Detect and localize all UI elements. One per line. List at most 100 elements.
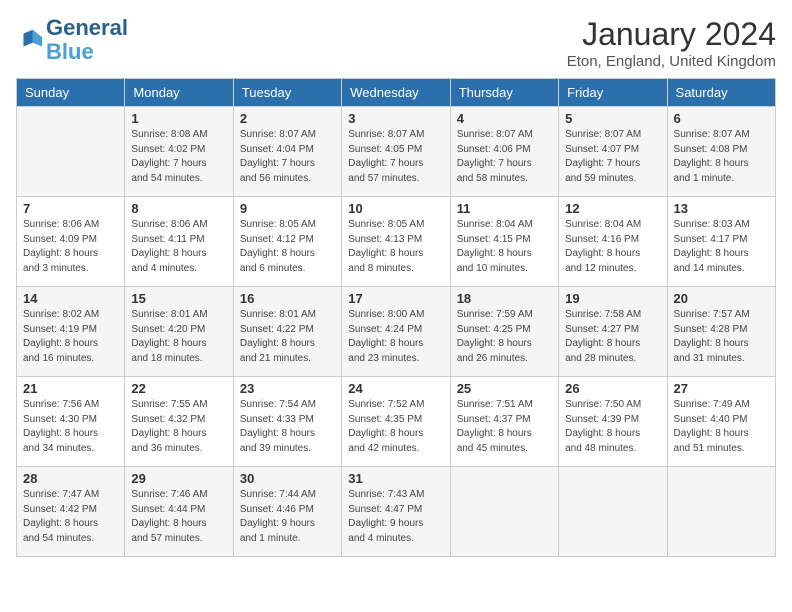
col-header-tuesday: Tuesday <box>233 79 341 107</box>
col-header-friday: Friday <box>559 79 667 107</box>
calendar-cell: 7 Sunrise: 8:06 AM Sunset: 4:09 PM Daylig… <box>17 197 125 287</box>
logo: General Blue <box>16 16 128 64</box>
cell-info: Sunrise: 7:43 AM Sunset: 4:47 PM Dayligh… <box>348 488 443 546</box>
calendar-cell: 31 Sunrise: 7:43 AM Sunset: 4:47 PM Dayli… <box>342 467 450 557</box>
calendar-cell <box>450 467 558 557</box>
cell-info: Sunrise: 7:47 AM Sunset: 4:42 PM Dayligh… <box>23 488 118 546</box>
calendar-cell: 10Sunrise: 8:05 AM Sunset: 4:13 PM Dayli… <box>342 197 450 287</box>
cell-info: Sunrise: 7:55 AM Sunset: 4:32 PM Dayligh… <box>131 398 226 456</box>
day-number: 6 <box>674 111 769 126</box>
col-header-monday: Monday <box>125 79 233 107</box>
calendar-cell: 22 Sunrise: 7:55 AM Sunset: 4:32 PM Dayli… <box>125 377 233 467</box>
day-number: 9 <box>240 201 335 216</box>
day-number: 16 <box>240 291 335 306</box>
day-number: 7 <box>23 201 118 216</box>
cell-info: Sunrise: 8:05 AM Sunset: 4:13 PM Dayligh… <box>348 218 443 276</box>
calendar-cell: 23 Sunrise: 7:54 AM Sunset: 4:33 PM Dayli… <box>233 377 341 467</box>
day-number: 20 <box>674 291 769 306</box>
cell-info: Sunrise: 7:44 AM Sunset: 4:46 PM Dayligh… <box>240 488 335 546</box>
day-number: 18 <box>457 291 552 306</box>
calendar-cell: 4 Sunrise: 8:07 AM Sunset: 4:06 PM Daylig… <box>450 107 558 197</box>
calendar-cell: 3 Sunrise: 8:07 AM Sunset: 4:05 PM Daylig… <box>342 107 450 197</box>
day-number: 19 <box>565 291 660 306</box>
day-number: 13 <box>674 201 769 216</box>
day-number: 5 <box>565 111 660 126</box>
cell-info: Sunrise: 7:52 AM Sunset: 4:35 PM Dayligh… <box>348 398 443 456</box>
cell-info: Sunrise: 7:58 AM Sunset: 4:27 PM Dayligh… <box>565 308 660 366</box>
day-number: 2 <box>240 111 335 126</box>
calendar-cell: 14 Sunrise: 8:02 AM Sunset: 4:19 PM Dayli… <box>17 287 125 377</box>
calendar-cell: 11 Sunrise: 8:04 AM Sunset: 4:15 PM Dayli… <box>450 197 558 287</box>
calendar-cell: 30Sunrise: 7:44 AM Sunset: 4:46 PM Dayli… <box>233 467 341 557</box>
calendar-cell <box>667 467 775 557</box>
calendar-cell: 9 Sunrise: 8:05 AM Sunset: 4:12 PM Daylig… <box>233 197 341 287</box>
calendar-cell: 27 Sunrise: 7:49 AM Sunset: 4:40 PM Dayli… <box>667 377 775 467</box>
day-number: 3 <box>348 111 443 126</box>
calendar-cell: 5Sunrise: 8:07 AM Sunset: 4:07 PM Daylig… <box>559 107 667 197</box>
day-number: 23 <box>240 381 335 396</box>
cell-info: Sunrise: 7:46 AM Sunset: 4:44 PM Dayligh… <box>131 488 226 546</box>
calendar-cell: 8 Sunrise: 8:06 AM Sunset: 4:11 PM Daylig… <box>125 197 233 287</box>
day-number: 14 <box>23 291 118 306</box>
calendar-week-row: 21Sunrise: 7:56 AM Sunset: 4:30 PM Dayli… <box>17 377 776 467</box>
page-header: General Blue January 2024 Eton, England,… <box>16 16 776 70</box>
calendar-cell: 18Sunrise: 7:59 AM Sunset: 4:25 PM Dayli… <box>450 287 558 377</box>
logo-icon <box>16 26 44 54</box>
day-number: 11 <box>457 201 552 216</box>
calendar-table: SundayMondayTuesdayWednesdayThursdayFrid… <box>16 78 776 557</box>
calendar-week-row: 7 Sunrise: 8:06 AM Sunset: 4:09 PM Daylig… <box>17 197 776 287</box>
cell-info: Sunrise: 8:07 AM Sunset: 4:05 PM Dayligh… <box>348 128 443 186</box>
cell-info: Sunrise: 8:00 AM Sunset: 4:24 PM Dayligh… <box>348 308 443 366</box>
day-number: 26 <box>565 381 660 396</box>
calendar-cell: 19 Sunrise: 7:58 AM Sunset: 4:27 PM Dayli… <box>559 287 667 377</box>
calendar-cell: 29 Sunrise: 7:46 AM Sunset: 4:44 PM Dayli… <box>125 467 233 557</box>
cell-info: Sunrise: 8:06 AM Sunset: 4:11 PM Dayligh… <box>131 218 226 276</box>
cell-info: Sunrise: 8:07 AM Sunset: 4:06 PM Dayligh… <box>457 128 552 186</box>
calendar-body: 1 Sunrise: 8:08 AM Sunset: 4:02 PM Daylig… <box>17 107 776 557</box>
calendar-week-row: 28Sunrise: 7:47 AM Sunset: 4:42 PM Dayli… <box>17 467 776 557</box>
calendar-cell: 21Sunrise: 7:56 AM Sunset: 4:30 PM Dayli… <box>17 377 125 467</box>
day-number: 22 <box>131 381 226 396</box>
cell-info: Sunrise: 8:08 AM Sunset: 4:02 PM Dayligh… <box>131 128 226 186</box>
cell-info: Sunrise: 8:07 AM Sunset: 4:08 PM Dayligh… <box>674 128 769 186</box>
calendar-cell: 17 Sunrise: 8:00 AM Sunset: 4:24 PM Dayli… <box>342 287 450 377</box>
day-number: 25 <box>457 381 552 396</box>
cell-info: Sunrise: 8:02 AM Sunset: 4:19 PM Dayligh… <box>23 308 118 366</box>
col-header-thursday: Thursday <box>450 79 558 107</box>
cell-info: Sunrise: 8:06 AM Sunset: 4:09 PM Dayligh… <box>23 218 118 276</box>
cell-info: Sunrise: 8:03 AM Sunset: 4:17 PM Dayligh… <box>674 218 769 276</box>
calendar-cell: 13 Sunrise: 8:03 AM Sunset: 4:17 PM Dayli… <box>667 197 775 287</box>
title-block: January 2024 Eton, England, United Kingd… <box>567 16 776 70</box>
calendar-cell <box>17 107 125 197</box>
calendar-cell: 26 Sunrise: 7:50 AM Sunset: 4:39 PM Dayli… <box>559 377 667 467</box>
cell-info: Sunrise: 7:49 AM Sunset: 4:40 PM Dayligh… <box>674 398 769 456</box>
calendar-cell: 25Sunrise: 7:51 AM Sunset: 4:37 PM Dayli… <box>450 377 558 467</box>
calendar-cell: 28Sunrise: 7:47 AM Sunset: 4:42 PM Dayli… <box>17 467 125 557</box>
calendar-cell: 24 Sunrise: 7:52 AM Sunset: 4:35 PM Dayli… <box>342 377 450 467</box>
cell-info: Sunrise: 8:04 AM Sunset: 4:16 PM Dayligh… <box>565 218 660 276</box>
day-number: 15 <box>131 291 226 306</box>
calendar-cell: 20 Sunrise: 7:57 AM Sunset: 4:28 PM Dayli… <box>667 287 775 377</box>
calendar-week-row: 1 Sunrise: 8:08 AM Sunset: 4:02 PM Daylig… <box>17 107 776 197</box>
day-number: 1 <box>131 111 226 126</box>
day-number: 24 <box>348 381 443 396</box>
day-number: 4 <box>457 111 552 126</box>
col-header-wednesday: Wednesday <box>342 79 450 107</box>
day-number: 31 <box>348 471 443 486</box>
day-number: 27 <box>674 381 769 396</box>
cell-info: Sunrise: 8:04 AM Sunset: 4:15 PM Dayligh… <box>457 218 552 276</box>
day-number: 17 <box>348 291 443 306</box>
day-number: 12 <box>565 201 660 216</box>
day-number: 29 <box>131 471 226 486</box>
col-header-sunday: Sunday <box>17 79 125 107</box>
logo-line1: General <box>46 16 128 40</box>
cell-info: Sunrise: 7:57 AM Sunset: 4:28 PM Dayligh… <box>674 308 769 366</box>
col-header-saturday: Saturday <box>667 79 775 107</box>
cell-info: Sunrise: 8:01 AM Sunset: 4:20 PM Dayligh… <box>131 308 226 366</box>
logo-line2: Blue <box>46 40 128 64</box>
calendar-cell: 2Sunrise: 8:07 AM Sunset: 4:04 PM Daylig… <box>233 107 341 197</box>
day-number: 8 <box>131 201 226 216</box>
cell-info: Sunrise: 8:05 AM Sunset: 4:12 PM Dayligh… <box>240 218 335 276</box>
cell-info: Sunrise: 7:50 AM Sunset: 4:39 PM Dayligh… <box>565 398 660 456</box>
cell-info: Sunrise: 7:54 AM Sunset: 4:33 PM Dayligh… <box>240 398 335 456</box>
